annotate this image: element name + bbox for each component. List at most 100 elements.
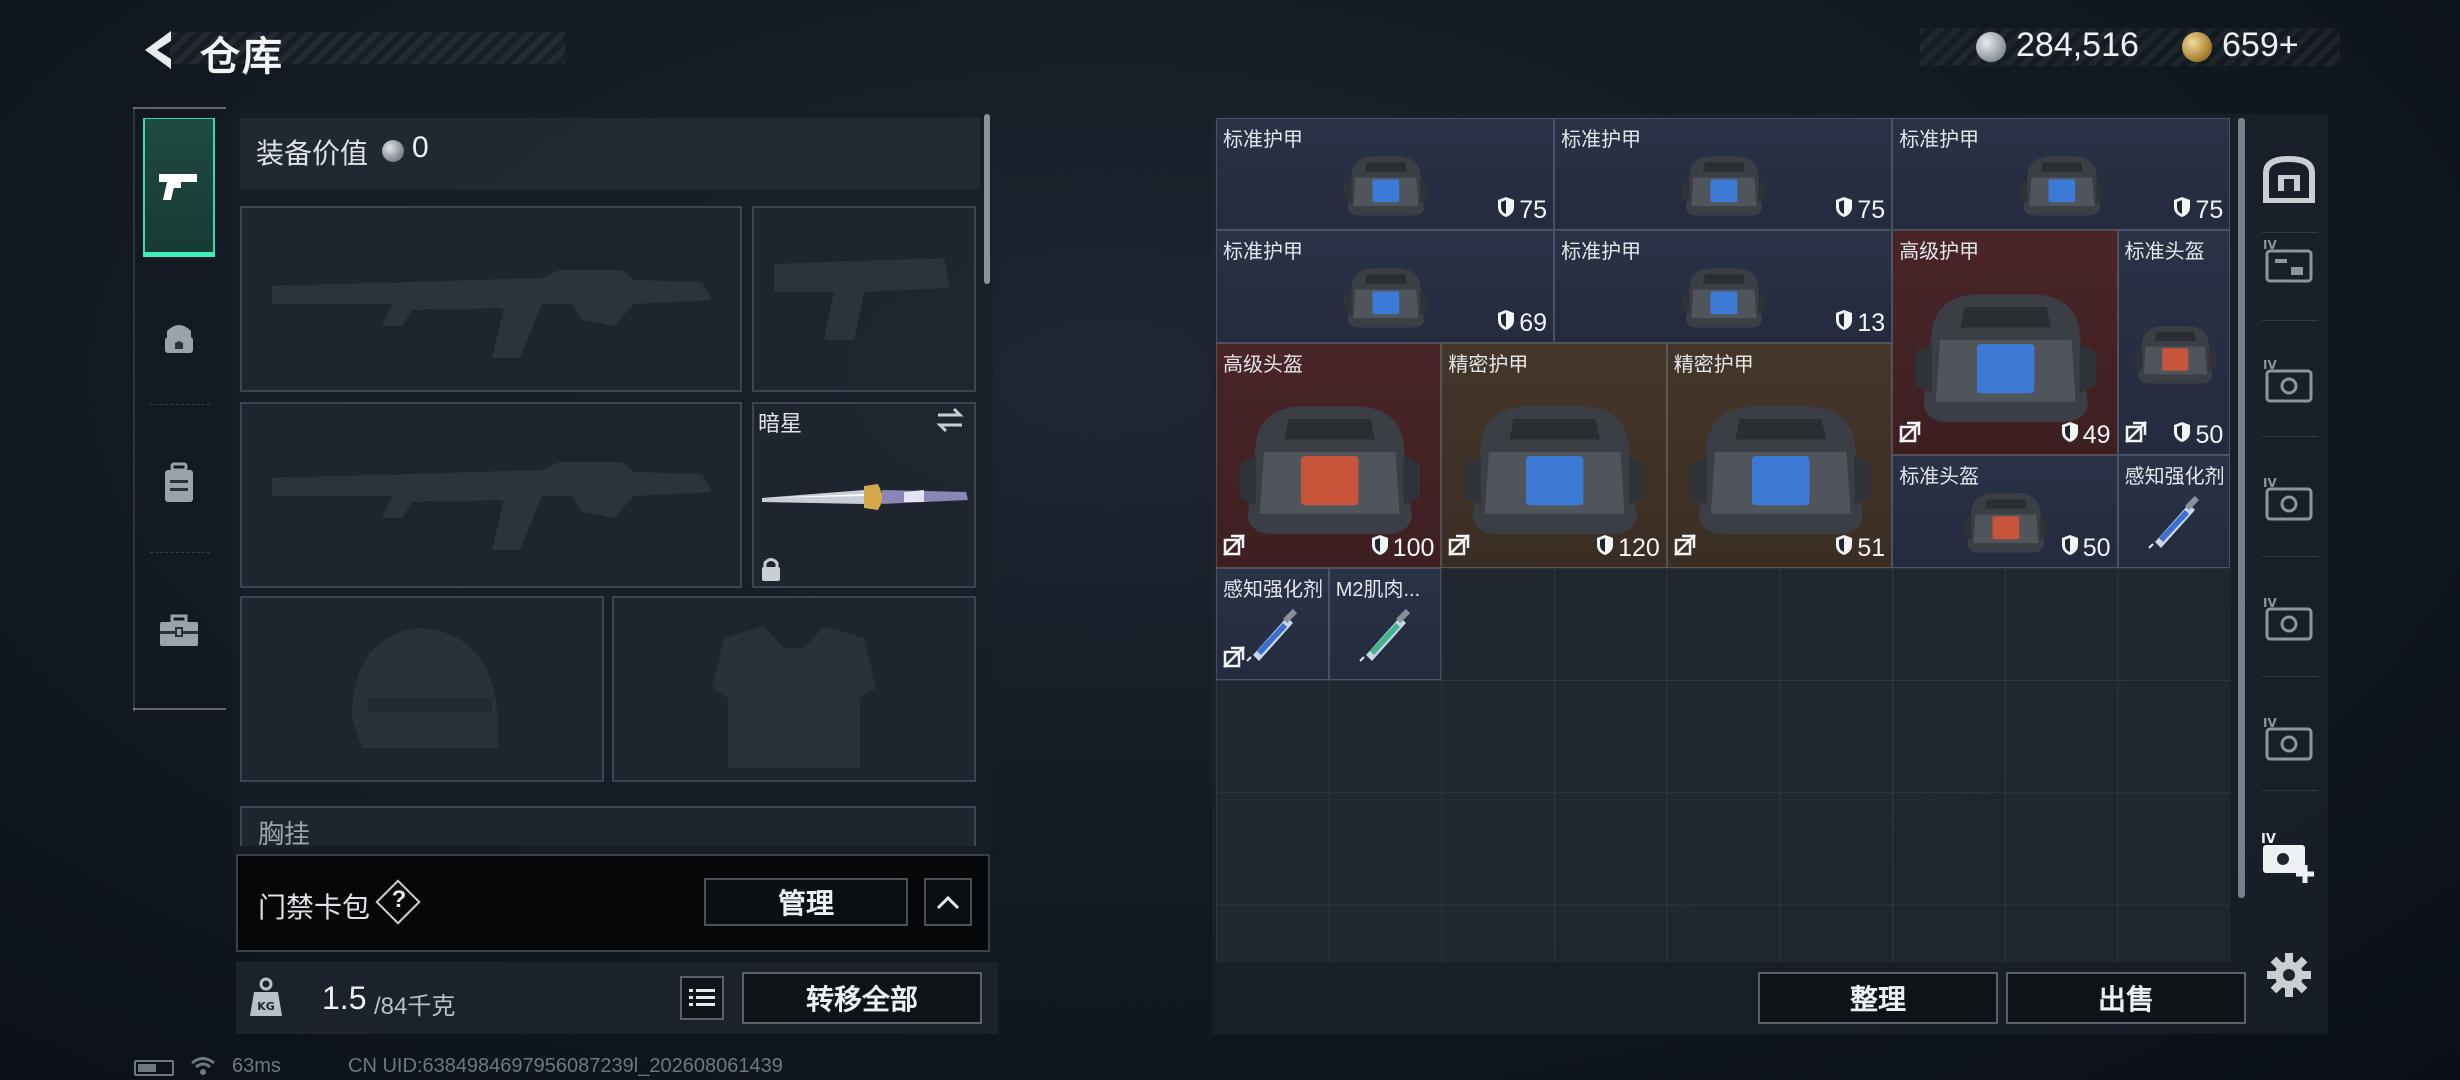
chest-rig-slot[interactable]: [240, 806, 976, 846]
storage-item[interactable]: 精密护甲 51: [1666, 342, 1893, 568]
item-durability: 75: [1497, 196, 1547, 225]
item-name: 标准头盔: [1899, 466, 1980, 489]
durability-value: 13: [1857, 308, 1886, 337]
storage-item[interactable]: 标准护甲 75: [1216, 118, 1555, 231]
weight-current: 1.5: [322, 980, 367, 1016]
storage-item[interactable]: 标准头盔 50: [1892, 455, 2118, 568]
card-slot-1[interactable]: IV: [2254, 206, 2324, 316]
sell-button[interactable]: 出售: [2006, 972, 2246, 1024]
back-button[interactable]: [130, 22, 186, 78]
item-durability: 75: [1835, 196, 1885, 225]
armor-case-icon: [1678, 382, 1883, 551]
armor-slot[interactable]: [612, 596, 976, 782]
tab-toolbox[interactable]: [143, 566, 215, 696]
tab-backpack[interactable]: [143, 418, 215, 548]
storage-item[interactable]: 感知强化剂: [1216, 567, 1329, 680]
storage-item[interactable]: 标准护甲 75: [1554, 118, 1893, 231]
add-card-icon: IV: [2261, 832, 2314, 883]
melee-item-name: 暗星: [758, 411, 803, 436]
sidebar-divider: [2262, 320, 2318, 321]
safe-icon: [2263, 155, 2315, 203]
item-durability: 69: [1497, 309, 1547, 338]
list-view-button[interactable]: [680, 976, 724, 1020]
storage-item[interactable]: 标准护甲 75: [1892, 118, 2231, 231]
active-tab-indicator: [143, 252, 215, 257]
durability-value: 120: [1618, 533, 1660, 562]
item-durability: 100: [1371, 533, 1435, 563]
iv-card-icon: IV: [2263, 716, 2313, 761]
durability-shield-icon: [1835, 309, 1853, 338]
help-icon-glyph: ?: [391, 886, 407, 913]
sort-button[interactable]: 整理: [1758, 972, 1998, 1024]
storage-item[interactable]: 精密护甲 120: [1441, 342, 1667, 568]
card-slot-3[interactable]: IV: [2254, 444, 2324, 554]
swap-icon[interactable]: [934, 406, 966, 439]
tab-weapons[interactable]: [143, 118, 215, 256]
armor-case-icon: [1310, 145, 1462, 226]
durability-shield-icon: [2173, 196, 2191, 225]
storage-item[interactable]: 标准头盔 50: [2117, 230, 2231, 456]
item-name: 感知强化剂: [1223, 578, 1323, 601]
card-slot-2[interactable]: IV: [2254, 326, 2324, 436]
armor-case-icon: [1452, 382, 1657, 551]
syringe-icon: [2145, 490, 2205, 555]
svg-text:IV: IV: [2261, 832, 2276, 847]
armor-case-icon: [1648, 257, 1800, 338]
armor-case-icon: [1310, 257, 1462, 338]
storage-item[interactable]: 感知强化剂: [2117, 455, 2231, 568]
item-name: 标准护甲: [1899, 129, 1980, 151]
pistol-slot[interactable]: [752, 206, 976, 392]
storage-item[interactable]: 标准护甲 69: [1216, 230, 1555, 343]
wifi-icon: [190, 1056, 216, 1080]
collapse-button[interactable]: [924, 878, 972, 926]
card-slot-5[interactable]: IV: [2254, 684, 2324, 794]
chevron-up-icon: [936, 895, 960, 910]
iv-card-icon: IV: [2263, 238, 2313, 283]
lock-icon: [760, 556, 782, 587]
primary-weapon-slot[interactable]: [240, 206, 742, 392]
durability-value: 49: [2082, 421, 2111, 450]
armor-case-icon: [1903, 270, 2108, 439]
storage-item[interactable]: M2肌肉...: [1328, 567, 1442, 680]
secondary-weapon-slot[interactable]: [240, 402, 742, 588]
gold-balance[interactable]: 659+: [2222, 26, 2299, 65]
pistol-icon: [159, 173, 197, 200]
item-name: 标准护甲: [1223, 129, 1303, 151]
helmet-case-icon: [1227, 382, 1432, 551]
no-transfer-icon: [1448, 533, 1471, 561]
durability-shield-icon: [2061, 421, 2079, 450]
gold-coin-icon: [2182, 32, 2212, 62]
item-name: 标准头盔: [2124, 241, 2205, 264]
no-transfer-icon: [1899, 421, 1922, 448]
durability-shield-icon: [1497, 309, 1515, 338]
tab-protection[interactable]: [143, 272, 215, 402]
tabs-bottom-line: [133, 708, 226, 710]
durability-value: 100: [1392, 533, 1435, 562]
storage-item[interactable]: 标准护甲 13: [1554, 230, 1893, 343]
item-name: 感知强化剂: [2124, 466, 2225, 489]
storage-item[interactable]: 高级头盔 100: [1216, 342, 1442, 568]
helmet-slot[interactable]: [240, 596, 604, 782]
storage-scrollbar[interactable]: [2238, 118, 2245, 898]
sidebar-divider: [2262, 556, 2318, 557]
transfer-all-button[interactable]: 转移全部: [742, 972, 982, 1024]
settings-button[interactable]: [2254, 920, 2324, 1030]
sidebar-divider: [2262, 436, 2318, 437]
equipment-value: 0: [412, 131, 429, 164]
silver-coin-icon: [1976, 32, 2006, 62]
durability-value: 75: [1519, 196, 1548, 225]
iv-card-icon: IV: [2263, 476, 2313, 521]
item-name: 标准护甲: [1561, 241, 1642, 264]
tab-divider: [150, 404, 210, 405]
add-card-slot[interactable]: IV: [2254, 802, 2324, 912]
card-slot-4[interactable]: IV: [2254, 564, 2324, 674]
settings-gear-icon: [2267, 953, 2311, 997]
equipment-scrollbar[interactable]: [984, 114, 990, 284]
iv-card-icon: IV: [2263, 358, 2313, 403]
durability-value: 75: [2195, 196, 2224, 225]
storage-item[interactable]: 高级护甲 49: [1892, 230, 2118, 456]
durability-shield-icon: [1596, 534, 1614, 563]
weight-max: /84千克: [374, 993, 456, 1020]
manage-button[interactable]: 管理: [704, 878, 908, 926]
item-durability: 50: [2173, 421, 2223, 450]
